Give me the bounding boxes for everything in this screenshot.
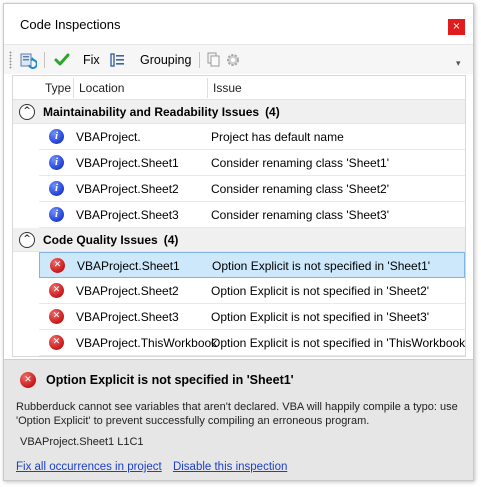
- inspection-details-panel: ✕ Option Explicit is not specified in 'S…: [4, 359, 473, 480]
- refresh-button[interactable]: [19, 50, 37, 70]
- column-header-type[interactable]: Type: [41, 76, 71, 100]
- row-location: VBAProject.Sheet2: [76, 284, 179, 298]
- fix-button[interactable]: Fix: [54, 50, 100, 70]
- toolbar-overflow-icon[interactable]: ▾: [456, 59, 461, 69]
- details-links: Fix all occurrences in project Disable t…: [16, 461, 295, 473]
- row-issue: Consider renaming class 'Sheet1': [211, 156, 390, 170]
- info-icon: i: [49, 129, 64, 144]
- copy-button[interactable]: [206, 50, 222, 70]
- row-issue: Consider renaming class 'Sheet2': [211, 182, 390, 196]
- row-issue: Option Explicit is not specified in 'She…: [211, 284, 430, 298]
- column-separator: [207, 78, 208, 98]
- window-title: Code Inspections: [20, 17, 121, 32]
- row-type-cell: ✕: [50, 258, 66, 274]
- row-type-cell: ✕: [49, 335, 65, 351]
- group-header-maintainability[interactable]: ^ Maintainability and Readability Issues…: [13, 100, 465, 124]
- close-button[interactable]: ×: [448, 19, 465, 35]
- column-separator: [73, 78, 74, 98]
- grouping-icon: [110, 53, 124, 67]
- column-header-issue[interactable]: Issue: [209, 76, 242, 100]
- row-location: VBAProject.Sheet1: [76, 156, 179, 170]
- error-icon: ✕: [50, 258, 65, 273]
- details-description: Rubberduck cannot see variables that are…: [16, 401, 458, 427]
- table-row[interactable]: ✕ VBAProject.ThisWorkbook Option Explici…: [39, 330, 465, 356]
- error-icon: ✕: [49, 335, 64, 350]
- table-row[interactable]: ✕ VBAProject.Sheet3 Option Explicit is n…: [39, 304, 465, 330]
- toolbar-separator: [44, 52, 45, 68]
- row-location: VBAProject.Sheet3: [76, 208, 179, 222]
- collapse-toggle-icon[interactable]: ^: [19, 104, 35, 120]
- group-title-text: Maintainability and Readability Issues: [43, 105, 260, 119]
- table-row[interactable]: ✕ VBAProject.Sheet2 Option Explicit is n…: [39, 278, 465, 304]
- column-header-location[interactable]: Location: [75, 76, 124, 100]
- fix-all-link[interactable]: Fix all occurrences in project: [16, 461, 162, 473]
- row-issue: Option Explicit is not specified in 'She…: [212, 259, 431, 273]
- table-row[interactable]: i VBAProject.Sheet2 Consider renaming cl…: [39, 176, 465, 202]
- error-icon: ✕: [49, 309, 64, 324]
- row-issue: Option Explicit is not specified in 'She…: [211, 310, 430, 324]
- checkmark-icon: [54, 53, 70, 66]
- details-title-text: Option Explicit is not specified in 'She…: [46, 373, 294, 387]
- grouping-label: Grouping: [140, 53, 192, 67]
- group-count: (4): [265, 105, 280, 119]
- row-location: VBAProject.Sheet1: [77, 259, 180, 273]
- group-count: (4): [163, 233, 179, 247]
- group-title-text: Code Quality Issues: [43, 233, 158, 247]
- code-inspections-window: Code Inspections × Fix Grouping ▾ Type L…: [3, 3, 474, 481]
- info-icon: i: [49, 155, 64, 170]
- table-row-selected[interactable]: ✕ VBAProject.Sheet1 Option Explicit is n…: [39, 252, 465, 278]
- row-location: VBAProject.Sheet2: [76, 182, 179, 196]
- refresh-icon: [20, 53, 37, 69]
- row-issue: Project has default name: [211, 130, 344, 144]
- collapse-toggle-icon[interactable]: ^: [19, 232, 35, 248]
- info-icon: i: [49, 181, 64, 196]
- gear-icon: [227, 54, 239, 66]
- info-icon: i: [49, 207, 64, 222]
- settings-button[interactable]: [225, 50, 241, 70]
- row-location: VBAProject.Sheet3: [76, 310, 179, 324]
- row-location: VBAProject.ThisWorkbook: [76, 336, 218, 350]
- table-row[interactable]: i VBAProject. Project has default name: [39, 124, 465, 150]
- fix-label: Fix: [83, 53, 100, 67]
- error-icon: ✕: [49, 283, 64, 298]
- row-type-cell: ✕: [49, 283, 65, 299]
- row-type-cell: ✕: [49, 309, 65, 325]
- group-header-code-quality[interactable]: ^ Code Quality Issues (4): [13, 228, 465, 252]
- table-row[interactable]: i VBAProject.Sheet1 Consider renaming cl…: [39, 150, 465, 176]
- toolbar: Fix Grouping ▾: [4, 44, 473, 74]
- inspection-results-grid: Type Location Issue ^ Maintainability an…: [12, 75, 466, 357]
- disable-inspection-link[interactable]: Disable this inspection: [173, 461, 287, 473]
- row-issue: Consider renaming class 'Sheet3': [211, 208, 390, 222]
- row-issue: Option Explicit is not specified in 'Thi…: [211, 336, 466, 350]
- group-title: Code Quality Issues (4): [43, 233, 178, 247]
- grid-header: Type Location Issue: [13, 76, 465, 100]
- grouping-button[interactable]: Grouping: [110, 50, 191, 70]
- title-bar: Code Inspections ×: [4, 4, 473, 44]
- row-type-cell: i: [49, 155, 65, 171]
- details-location: VBAProject.Sheet1 L1C1: [20, 436, 144, 448]
- row-location: VBAProject.: [76, 130, 141, 144]
- row-type-cell: i: [49, 181, 65, 197]
- copy-icon: [207, 52, 220, 67]
- group-title: Maintainability and Readability Issues (4…: [43, 105, 280, 119]
- toolbar-separator: [199, 52, 200, 68]
- error-icon: ✕: [20, 372, 36, 388]
- toolbar-grip[interactable]: [9, 51, 12, 69]
- row-type-cell: i: [49, 207, 65, 223]
- table-row[interactable]: i VBAProject.Sheet3 Consider renaming cl…: [39, 202, 465, 228]
- details-title: ✕ Option Explicit is not specified in 'S…: [20, 372, 294, 388]
- row-type-cell: i: [49, 129, 65, 145]
